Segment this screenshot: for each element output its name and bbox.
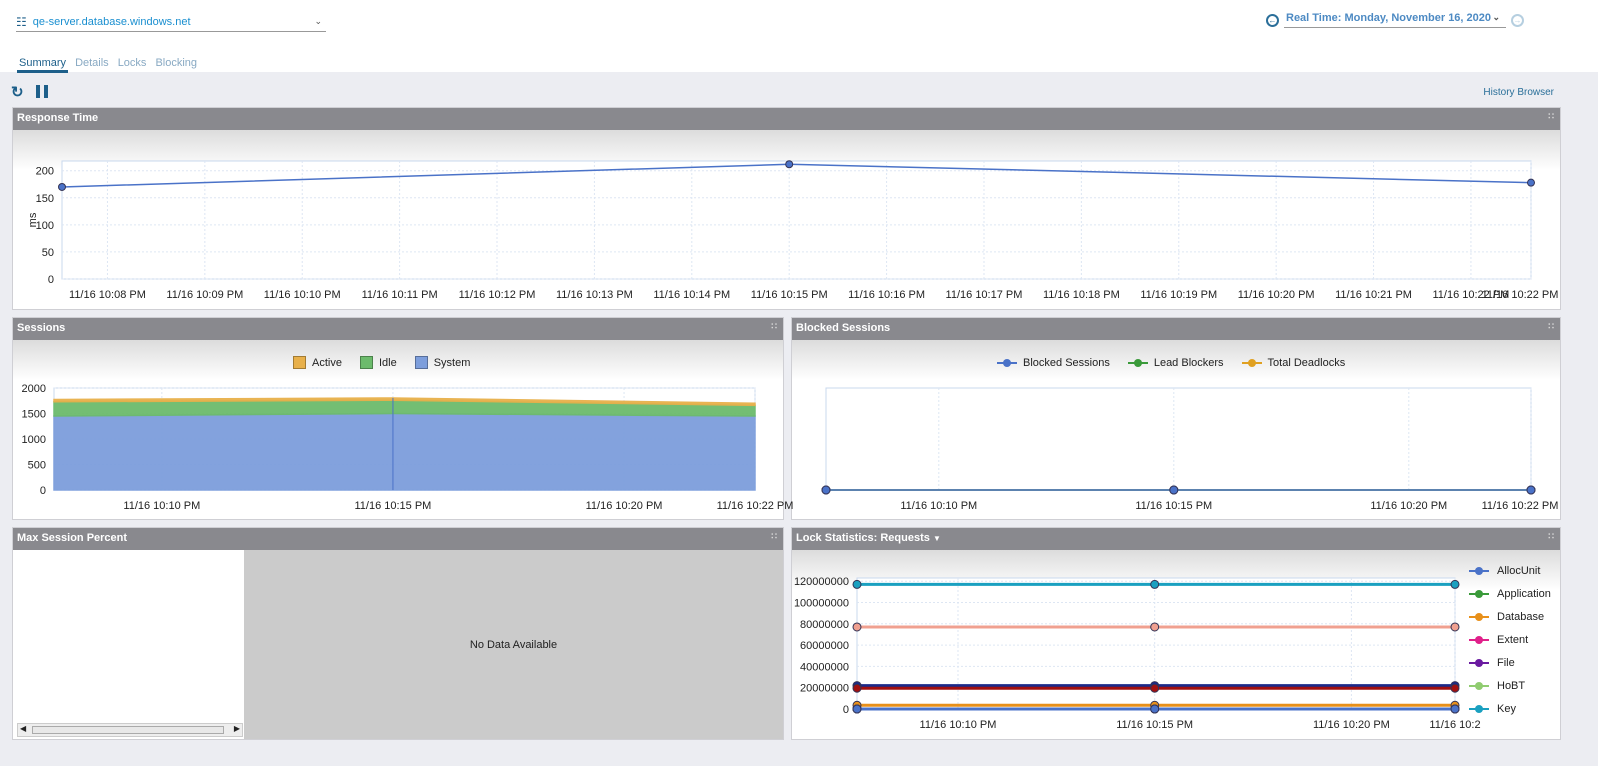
y-tick-label: 200 bbox=[36, 166, 54, 178]
y-tick-label: 0 bbox=[843, 704, 849, 716]
data-point bbox=[1526, 485, 1536, 495]
data-point bbox=[852, 704, 862, 714]
data-point bbox=[1450, 579, 1460, 589]
data-point bbox=[1450, 704, 1460, 714]
x-tick-label: 11/16 10:15 PM bbox=[355, 500, 432, 512]
data-point bbox=[821, 485, 831, 495]
data-point bbox=[58, 182, 66, 191]
x-tick-label: 11/16 10:10 PM bbox=[264, 289, 341, 301]
y-tick-label: 500 bbox=[28, 460, 46, 472]
x-tick-label: 11/16 10:18 PM bbox=[1043, 289, 1120, 301]
y-tick-label: 50 bbox=[42, 247, 54, 259]
y-tick-label: 40000000 bbox=[800, 661, 849, 673]
data-point bbox=[1150, 579, 1160, 589]
x-tick-label: 11/16 10:16 PM bbox=[848, 289, 925, 301]
x-tick-label: 11/16 10:21 PM bbox=[1335, 289, 1412, 301]
plot-area bbox=[825, 387, 1532, 491]
data-point bbox=[1450, 622, 1460, 632]
y-tick-label: 1000 bbox=[22, 434, 46, 446]
y-tick-label: 100000000 bbox=[794, 597, 849, 609]
y-tick-label: 1500 bbox=[22, 409, 46, 421]
x-tick-label: 11/16 10:10 PM bbox=[900, 500, 977, 512]
y-tick-label: 150 bbox=[36, 193, 54, 205]
data-point bbox=[852, 579, 862, 589]
x-tick-label: 11/16 10:15 PM bbox=[1116, 719, 1193, 731]
y-tick-label: 60000000 bbox=[800, 640, 849, 652]
x-tick-label: 11/16 10:17 PM bbox=[946, 289, 1023, 301]
x-tick-label: 11/16 10:09 PM bbox=[166, 289, 243, 301]
plot-area bbox=[61, 160, 1532, 280]
y-tick-label: 2000 bbox=[22, 383, 46, 395]
x-tick-label: 11/16 10:10 PM bbox=[920, 719, 997, 731]
x-tick-label: 11/16 10:11 PM bbox=[362, 289, 438, 301]
y-tick-label: 0 bbox=[48, 274, 54, 286]
charts-layer: 05010015020011/16 10:08 PM 11/16 10:09 PM… bbox=[22, 160, 1559, 731]
x-tick-label: 11/16 10:15 PM bbox=[751, 289, 828, 301]
y-tick-label: 20000000 bbox=[800, 683, 849, 695]
x-tick-label: 11/16 10:2 bbox=[1429, 719, 1480, 731]
y-tick-label: 0 bbox=[40, 485, 46, 497]
x-tick-label: 11/16 10:22 PM bbox=[717, 500, 794, 512]
data-point bbox=[1150, 704, 1160, 714]
data-point bbox=[852, 683, 862, 693]
x-tick-label: 11/16 10:22 PM bbox=[1482, 289, 1559, 301]
y-tick-label: 80000000 bbox=[800, 619, 849, 631]
x-tick-label: 11/16 10:20 PM bbox=[1238, 289, 1315, 301]
y-tick-label: 120000000 bbox=[794, 576, 849, 588]
data-point bbox=[785, 160, 794, 169]
x-tick-label: 11/16 10:20 PM bbox=[1370, 500, 1447, 512]
data-point bbox=[1169, 485, 1179, 495]
x-tick-label: 11/16 10:10 PM bbox=[123, 500, 200, 512]
data-point bbox=[1450, 683, 1460, 693]
x-tick-label: 11/16 10:08 PM bbox=[69, 289, 146, 301]
y-axis-label: ms bbox=[27, 212, 39, 227]
x-tick-label: 11/16 10:13 PM bbox=[556, 289, 633, 301]
x-tick-label: 11/16 10:14 PM bbox=[653, 289, 730, 301]
data-point bbox=[1527, 178, 1535, 187]
data-point bbox=[1150, 683, 1160, 693]
data-point bbox=[852, 622, 862, 632]
x-tick-label: 11/16 10:12 PM bbox=[459, 289, 536, 301]
x-tick-label: 11/16 10:19 PM bbox=[1140, 289, 1217, 301]
x-tick-label: 11/16 10:20 PM bbox=[586, 500, 663, 512]
area-system bbox=[53, 412, 756, 491]
x-tick-label: 11/16 10:20 PM bbox=[1313, 719, 1390, 731]
data-point bbox=[1150, 622, 1160, 632]
x-tick-label: 11/16 10:15 PM bbox=[1135, 500, 1212, 512]
x-tick-label: 11/16 10:22 PM bbox=[1482, 500, 1559, 512]
